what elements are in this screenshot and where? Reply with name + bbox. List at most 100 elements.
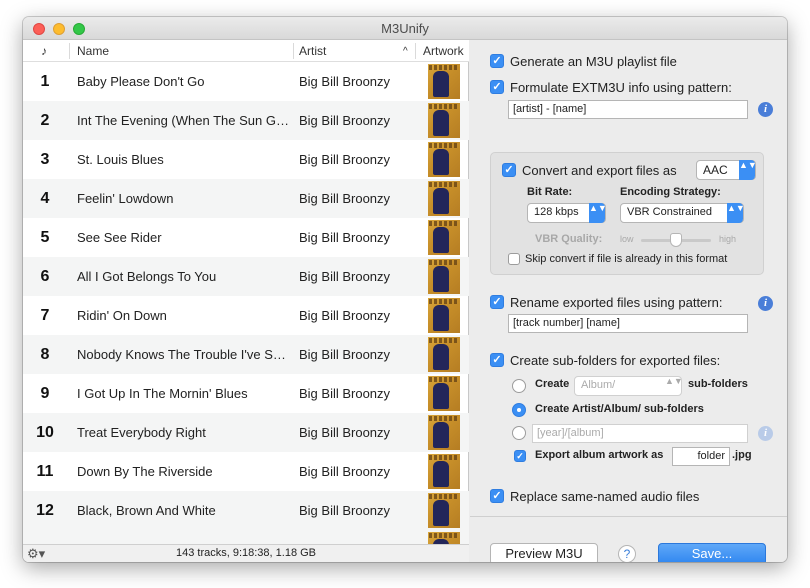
column-header-artist[interactable]: Artist — [299, 44, 326, 58]
album-artwork-thumbnail — [428, 493, 460, 528]
subfolder-option-custom-radio[interactable] — [512, 426, 526, 440]
skip-convert-label: Skip convert if file is already in this … — [525, 253, 728, 265]
help-button[interactable]: ? — [618, 545, 636, 562]
subfolder-artist-album-label: Create Artist/Album/ sub-folders — [535, 403, 704, 415]
track-artist: Big Bill Broonzy — [299, 425, 391, 440]
table-row[interactable]: 8 Nobody Knows The Trouble I've Seen Big B… — [23, 335, 469, 374]
subfolder-create-label: Create — [535, 378, 570, 390]
vbr-quality-slider-knob[interactable] — [670, 233, 682, 247]
album-artwork-thumbnail — [428, 181, 460, 216]
track-name: Treat Everybody Right — [77, 425, 206, 440]
export-artwork-checkbox[interactable]: ✓ — [514, 450, 526, 462]
track-rows: 1 Baby Please Don't Go Big Bill Broonzy 2 In… — [23, 62, 469, 544]
track-artist: Big Bill Broonzy — [299, 308, 391, 323]
column-header-artwork[interactable]: Artwork — [423, 44, 464, 58]
track-artist: Big Bill Broonzy — [299, 503, 391, 518]
table-row[interactable]: 5 See See Rider Big Bill Broonzy — [23, 218, 469, 257]
track-number: 9 — [40, 385, 50, 402]
convert-checkbox[interactable]: ✓ — [502, 163, 516, 177]
subfolder-option-create-radio[interactable] — [512, 379, 526, 393]
table-row[interactable]: 11 Down By The Riverside Big Bill Broonzy — [23, 452, 469, 491]
rename-label: Rename exported files using pattern: — [510, 295, 723, 310]
table-row[interactable]: 4 Feelin' Lowdown Big Bill Broonzy — [23, 179, 469, 218]
track-summary: 143 tracks, 9:18:38, 1.18 GB — [175, 547, 317, 559]
replace-checkbox[interactable]: ✓ — [490, 489, 504, 503]
bitrate-popup[interactable]: 128 kbps ▲▼ — [527, 203, 607, 223]
column-header-row: ♪ Name Artist ^ Artwork — [23, 40, 469, 62]
column-header-name[interactable]: Name — [77, 44, 109, 58]
format-popup[interactable]: AAC ▲▼ — [696, 160, 757, 180]
column-separator — [293, 43, 294, 59]
track-name: Int The Evening (When The Sun Go... — [77, 113, 289, 128]
bitrate-label: Bit Rate: — [527, 186, 573, 198]
track-number: 10 — [36, 424, 54, 441]
album-artwork-thumbnail — [428, 337, 460, 372]
info-icon[interactable]: i — [758, 296, 773, 311]
subfolder-type-value: Album/ — [581, 379, 616, 391]
vbr-quality-label: VBR Quality: — [535, 233, 603, 245]
album-artwork-thumbnail — [428, 532, 460, 544]
rename-checkbox[interactable]: ✓ — [490, 295, 504, 309]
export-artwork-label: Export album artwork as — [535, 449, 664, 461]
table-row[interactable]: 12 Black, Brown And White Big Bill Broonzy — [23, 491, 469, 530]
track-name: Down By The Riverside — [77, 464, 213, 479]
rename-pattern-field[interactable]: [track number] [name] — [508, 314, 748, 333]
table-row[interactable]: 3 St. Louis Blues Big Bill Broonzy — [23, 140, 469, 179]
save-button[interactable]: Save... — [658, 543, 766, 562]
track-list-pane: ♪ Name Artist ^ Artwork 1 Baby Please Don… — [23, 40, 469, 562]
preview-m3u-button[interactable]: Preview M3U — [490, 543, 598, 562]
strategy-value: VBR Constrained — [627, 206, 712, 218]
track-name: St. Louis Blues — [77, 152, 164, 167]
track-name: See See Rider — [77, 230, 162, 245]
strategy-popup[interactable]: VBR Constrained ▲▼ — [620, 203, 745, 223]
table-row[interactable]: 10 Treat Everybody Right Big Bill Broonzy — [23, 413, 469, 452]
subfolder-option-artist-album-radio[interactable] — [512, 403, 526, 417]
album-artwork-thumbnail — [428, 64, 460, 99]
table-row[interactable]: 1 Baby Please Don't Go Big Bill Broonzy — [23, 62, 469, 101]
strategy-label: Encoding Strategy: — [620, 186, 721, 198]
format-value: AAC — [703, 163, 728, 177]
table-row[interactable] — [23, 530, 469, 544]
extm3u-checkbox[interactable]: ✓ — [490, 80, 504, 94]
track-name: Feelin' Lowdown — [77, 191, 174, 206]
chevron-up-down-icon: ▲▼ — [727, 203, 745, 223]
extm3u-label: Formulate EXTM3U info using pattern: — [510, 80, 732, 95]
subfolders-label: Create sub-folders for exported files: — [510, 353, 721, 368]
skip-convert-checkbox[interactable] — [508, 253, 520, 265]
chevron-up-down-icon: ▲▼ — [665, 376, 683, 386]
app-window: M3Unify ♪ Name Artist ^ Artwork 1 Baby Pl… — [23, 17, 787, 562]
album-artwork-thumbnail — [428, 415, 460, 450]
track-name: I Got Up In The Mornin' Blues — [77, 386, 248, 401]
album-artwork-thumbnail — [428, 220, 460, 255]
info-icon[interactable]: i — [758, 102, 773, 117]
chevron-up-down-icon: ▲▼ — [739, 160, 757, 180]
album-artwork-thumbnail — [428, 142, 460, 177]
album-artwork-thumbnail — [428, 454, 460, 489]
vbr-low-label: low — [620, 234, 634, 244]
extm3u-pattern-field[interactable]: [artist] - [name] — [508, 100, 748, 119]
table-row[interactable]: 9 I Got Up In The Mornin' Blues Big Bill B… — [23, 374, 469, 413]
info-icon[interactable]: i — [758, 426, 773, 441]
subfolders-checkbox[interactable]: ✓ — [490, 353, 504, 367]
artwork-filename-field[interactable]: folder — [672, 447, 730, 466]
subfolder-type-popup[interactable]: Album/ ▲▼ — [574, 376, 683, 396]
divider — [470, 516, 787, 517]
table-row[interactable]: 2 Int The Evening (When The Sun Go... Big … — [23, 101, 469, 140]
album-artwork-thumbnail — [428, 259, 460, 294]
column-separator — [69, 43, 70, 59]
title-bar: M3Unify — [23, 17, 787, 40]
track-number: 4 — [40, 190, 50, 207]
status-bar: ⚙▾ 143 tracks, 9:18:38, 1.18 GB — [23, 544, 469, 562]
track-name: Nobody Knows The Trouble I've Seen — [77, 347, 289, 362]
subfolder-custom-pattern-field[interactable]: [year]/[album] — [532, 424, 748, 443]
convert-label: Convert and export files as — [522, 163, 677, 178]
replace-label: Replace same-named audio files — [510, 489, 700, 504]
generate-m3u-checkbox[interactable]: ✓ — [490, 54, 504, 68]
window-title: M3Unify — [381, 21, 429, 36]
track-artist: Big Bill Broonzy — [299, 74, 391, 89]
music-note-icon[interactable]: ♪ — [41, 44, 47, 58]
table-row[interactable]: 6 All I Got Belongs To You Big Bill Broonz… — [23, 257, 469, 296]
track-name: Ridin' On Down — [77, 308, 167, 323]
table-row[interactable]: 7 Ridin' On Down Big Bill Broonzy — [23, 296, 469, 335]
track-number: 6 — [40, 268, 50, 285]
